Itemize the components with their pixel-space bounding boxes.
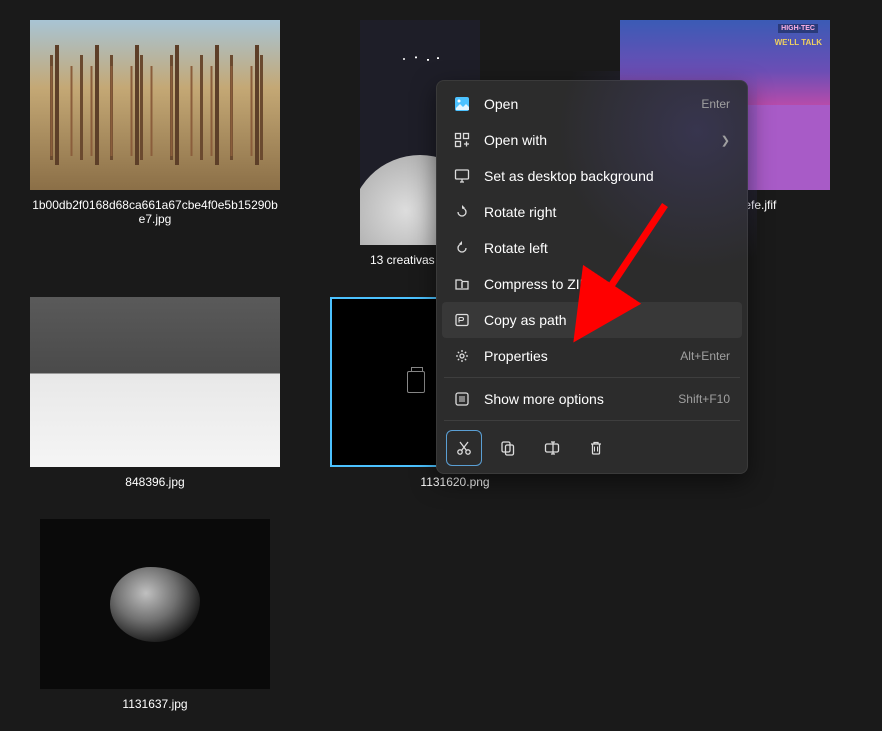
menu-item-label: Rotate left: [484, 240, 730, 256]
menu-item-label: Open: [484, 96, 701, 112]
copy-button[interactable]: [490, 430, 526, 466]
rotate-left-icon: [454, 240, 470, 256]
file-item[interactable]: 1131637.jpg: [30, 519, 280, 711]
zip-icon: [454, 276, 470, 292]
menu-item-open-with[interactable]: Open with ❯: [442, 122, 742, 158]
menu-item-rotate-right[interactable]: Rotate right: [442, 194, 742, 230]
menu-item-label: Rotate right: [484, 204, 730, 220]
menu-item-rotate-left[interactable]: Rotate left: [442, 230, 742, 266]
menu-item-label: Compress to ZIP file: [484, 276, 730, 292]
menu-item-label: Copy as path: [484, 312, 730, 328]
menu-item-label: Properties: [484, 348, 680, 364]
rotate-right-icon: [454, 204, 470, 220]
file-name-label: 1b00db2f0168d68ca661a67cbe4f0e5b15290be7…: [30, 198, 280, 226]
properties-icon: [454, 348, 470, 364]
menu-item-show-more[interactable]: Show more options Shift+F10: [442, 381, 742, 417]
image-icon: [454, 96, 470, 112]
context-menu: Open Enter Open with ❯ Set as desktop ba…: [436, 80, 748, 474]
file-thumbnail: [30, 297, 280, 467]
menu-separator: [444, 420, 740, 421]
open-with-icon: [454, 132, 470, 148]
menu-separator: [444, 377, 740, 378]
menu-item-label: Show more options: [484, 391, 678, 407]
file-thumbnail: [40, 519, 270, 689]
menu-item-copy-as-path[interactable]: Copy as path: [442, 302, 742, 338]
menu-shortcut: Alt+Enter: [680, 349, 730, 363]
more-icon: [454, 391, 470, 407]
menu-item-compress-zip[interactable]: Compress to ZIP file: [442, 266, 742, 302]
cut-button[interactable]: [446, 430, 482, 466]
path-icon: [454, 312, 470, 328]
file-thumbnail: [30, 20, 280, 190]
delete-button[interactable]: [578, 430, 614, 466]
menu-shortcut: Shift+F10: [678, 392, 730, 406]
file-name-label: 848396.jpg: [125, 475, 184, 489]
file-name-label: 1131637.jpg: [122, 697, 187, 711]
menu-item-label: Set as desktop background: [484, 168, 730, 184]
chevron-right-icon: ❯: [721, 134, 730, 147]
file-item[interactable]: 848396.jpg: [30, 297, 280, 489]
menu-item-label: Open with: [484, 132, 721, 148]
menu-item-properties[interactable]: Properties Alt+Enter: [442, 338, 742, 374]
rename-button[interactable]: [534, 430, 570, 466]
file-item[interactable]: 1b00db2f0168d68ca661a67cbe4f0e5b15290be7…: [30, 20, 280, 267]
menu-item-open[interactable]: Open Enter: [442, 86, 742, 122]
menu-item-set-desktop[interactable]: Set as desktop background: [442, 158, 742, 194]
menu-shortcut: Enter: [701, 97, 730, 111]
desktop-icon: [454, 168, 470, 184]
menu-toolbar: [442, 424, 742, 468]
file-name-label: 1131620.png: [420, 475, 489, 489]
